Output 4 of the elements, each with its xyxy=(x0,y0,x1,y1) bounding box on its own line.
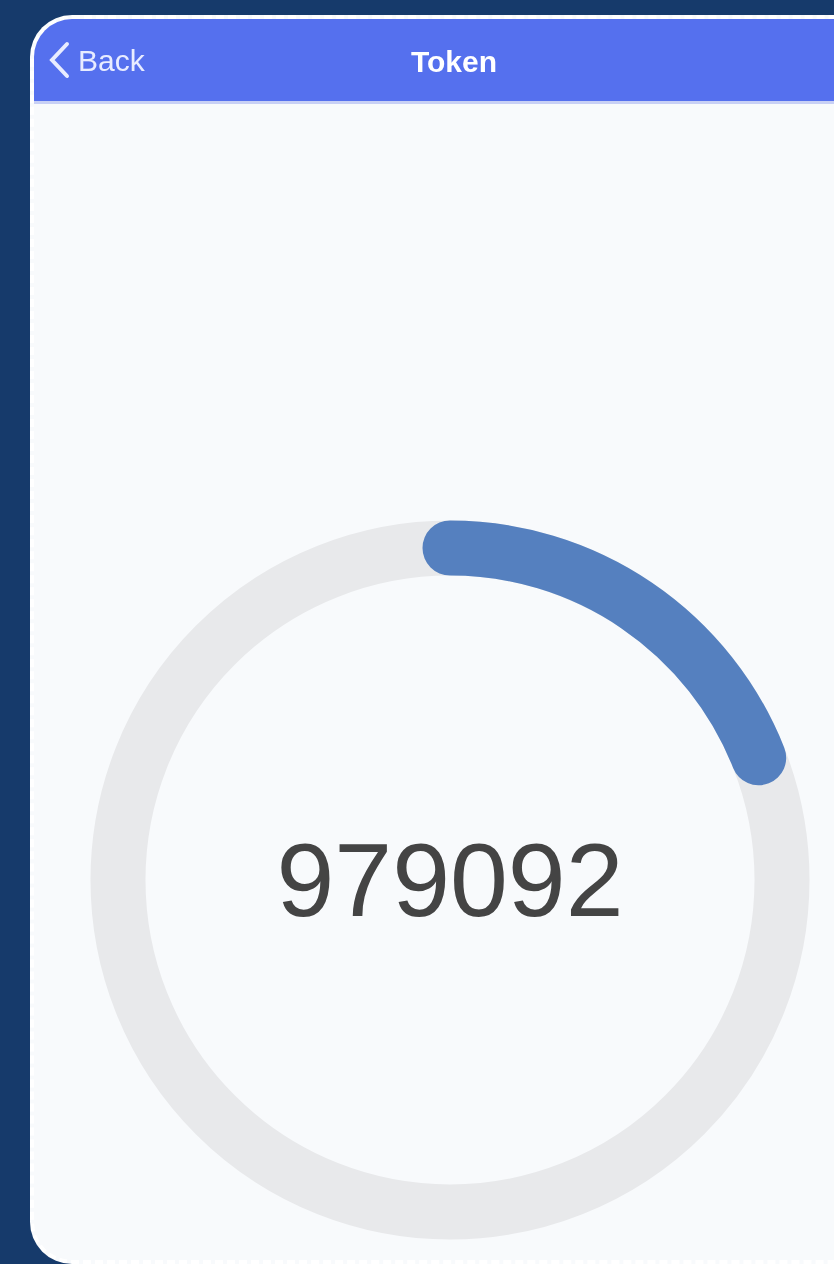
token-code: 979092 xyxy=(276,821,624,940)
back-button[interactable]: Back xyxy=(34,37,145,83)
screen-title: Token xyxy=(410,45,498,78)
chevron-left-icon xyxy=(48,41,70,79)
